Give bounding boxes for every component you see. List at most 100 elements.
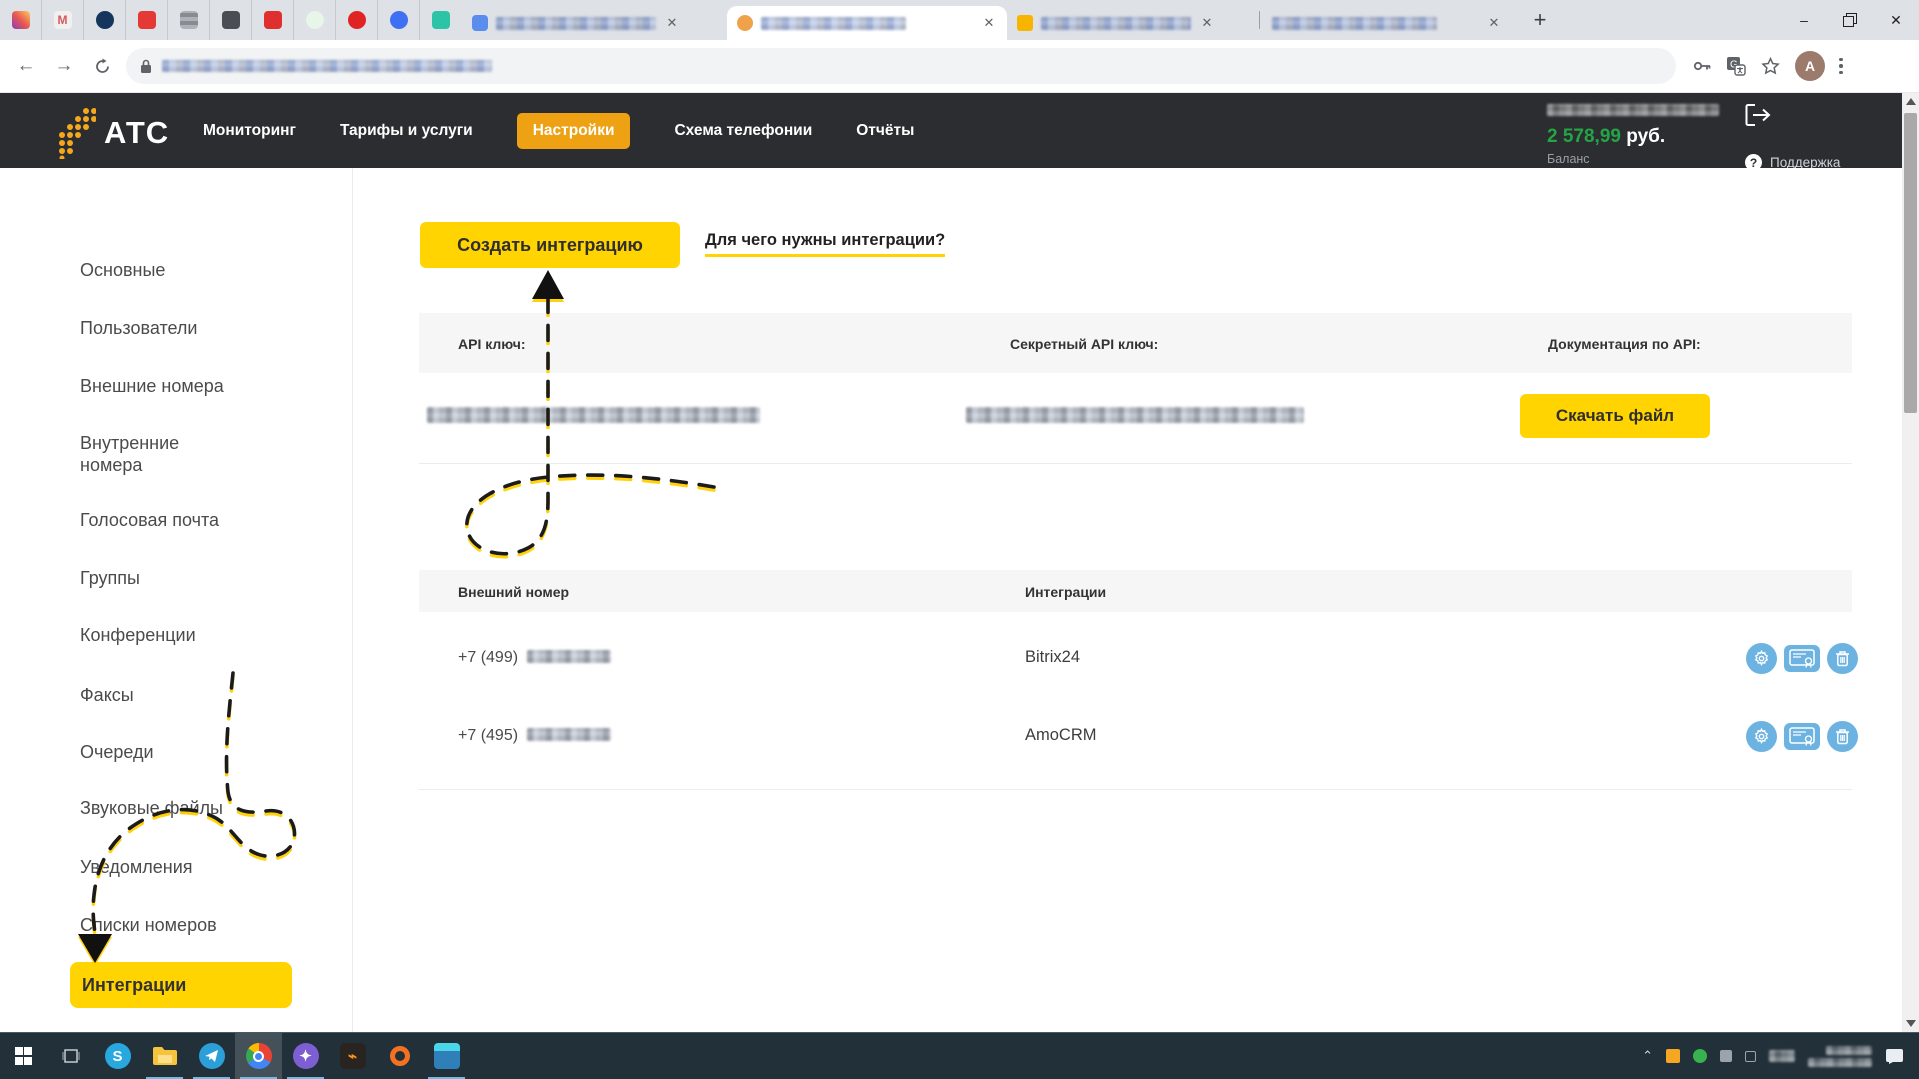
sidebar-item-zvukovye[interactable]: Звуковые файлы <box>80 797 275 819</box>
pinned-tab[interactable] <box>252 0 294 40</box>
profile-avatar[interactable]: A <box>1795 51 1825 81</box>
tab-active[interactable]: ✕ <box>727 6 1007 40</box>
trash-icon <box>1835 728 1850 745</box>
taskbar-app-telegram[interactable] <box>188 1033 235 1079</box>
sidebar-item-spiski[interactable]: Списки номеров <box>80 914 275 936</box>
taskbar-clock[interactable] <box>1808 1046 1872 1067</box>
pinned-tab[interactable] <box>210 0 252 40</box>
row-settings-button[interactable] <box>1746 643 1777 674</box>
atc-logo[interactable]: АТС <box>56 107 169 159</box>
masked-tab-title <box>496 17 656 30</box>
bookmark-star-icon[interactable] <box>1760 56 1781 77</box>
tray-icon-gray1[interactable] <box>1720 1050 1732 1062</box>
translate-icon[interactable]: G <box>1726 56 1746 76</box>
scrollbar-thumb[interactable] <box>1904 113 1917 413</box>
sidebar-item-osnovnye[interactable]: Основные <box>80 259 275 281</box>
page-scrollbar[interactable] <box>1902 93 1919 1032</box>
sidebar-item-vneshnie[interactable]: Внешние номера <box>80 375 275 397</box>
tray-icon-green[interactable] <box>1693 1049 1707 1063</box>
pinned-tab[interactable] <box>168 0 210 40</box>
sidebar-item-gruppy[interactable]: Группы <box>80 567 275 589</box>
row-delete-button[interactable] <box>1827 721 1858 752</box>
start-button[interactable] <box>0 1033 47 1079</box>
browser-menu-icon[interactable] <box>1839 58 1843 75</box>
sidebar-item-polzovateli[interactable]: Пользователи <box>80 317 275 339</box>
address-bar[interactable] <box>126 48 1676 84</box>
taskbar-app-purple[interactable]: ✦ <box>282 1033 329 1079</box>
api-docs-label: Документация по API: <box>1548 336 1701 352</box>
pinned-tab[interactable] <box>126 0 168 40</box>
notification-center-icon[interactable] <box>1885 1048 1905 1064</box>
pinned-tab[interactable]: M <box>42 0 84 40</box>
taskbar-app-skype[interactable]: S <box>94 1033 141 1079</box>
row-license-button[interactable] <box>1784 723 1820 750</box>
chrome-icon-center <box>253 1051 264 1062</box>
sidebar-item-integracii[interactable]: Интеграции <box>70 962 292 1008</box>
sidebar-item-ocheredi[interactable]: Очереди <box>80 741 275 763</box>
tray-icon-orange[interactable] <box>1666 1049 1680 1063</box>
reload-button[interactable] <box>88 52 116 80</box>
table-row: +7 (495) AmoCRM <box>419 724 1852 758</box>
table-header-band: Внешний номер Интеграции <box>419 570 1852 612</box>
tab-close-icon[interactable]: ✕ <box>1486 15 1502 31</box>
tray-icon-gray2[interactable] <box>1745 1051 1756 1062</box>
logout-icon[interactable] <box>1745 103 1771 127</box>
nav-settings[interactable]: Настройки <box>517 113 631 149</box>
back-button[interactable]: ← <box>12 52 40 80</box>
pinned-tab[interactable] <box>378 0 420 40</box>
masked-number-suffix <box>527 728 611 741</box>
taskbar-app-orange[interactable]: ⌁ <box>329 1033 376 1079</box>
tab-close-icon[interactable]: ✕ <box>981 15 997 31</box>
license-card-icon <box>1789 727 1815 746</box>
window-close-button[interactable]: ✕ <box>1873 0 1919 40</box>
nav-monitoring[interactable]: Мониторинг <box>203 122 296 140</box>
secret-key-label: Секретный API ключ: <box>1010 336 1158 352</box>
new-tab-button[interactable]: + <box>1526 6 1554 34</box>
pinned-tab[interactable] <box>420 0 462 40</box>
sidebar-item-golosovaya[interactable]: Голосовая почта <box>80 509 275 531</box>
row-delete-button[interactable] <box>1827 643 1858 674</box>
tray-chevron-icon[interactable]: ⌃ <box>1642 1048 1653 1064</box>
tab-inactive-1[interactable]: ✕ <box>462 6 727 40</box>
masked-language-indicator[interactable] <box>1769 1050 1795 1062</box>
taskbar-app-chrome[interactable] <box>235 1033 282 1079</box>
tab-inactive-3[interactable]: ✕ <box>1262 6 1512 40</box>
scroll-up-icon[interactable] <box>1906 98 1916 105</box>
window-restore-button[interactable] <box>1827 0 1873 40</box>
masked-account-name <box>1547 104 1719 116</box>
sidebar-item-konferencii[interactable]: Конференции <box>80 624 275 646</box>
row-license-button[interactable] <box>1784 645 1820 672</box>
tab-close-icon[interactable]: ✕ <box>664 15 680 31</box>
forward-button[interactable]: → <box>50 52 78 80</box>
site-favicon <box>12 11 30 29</box>
column-integration-header: Интеграции <box>1025 584 1106 600</box>
pinned-tab[interactable] <box>294 0 336 40</box>
window-minimize-button[interactable]: – <box>1781 0 1827 40</box>
taskbar-app-blue[interactable] <box>423 1033 470 1079</box>
sidebar-item-vnutrennie[interactable]: Внутренние номера <box>80 432 230 476</box>
sidebar-item-uvedomleniya[interactable]: Уведомления <box>80 856 275 878</box>
scroll-down-icon[interactable] <box>1906 1020 1916 1027</box>
taskbar-app-explorer[interactable] <box>141 1033 188 1079</box>
balance-label: Баланс <box>1547 152 1737 166</box>
masked-tab-title <box>1272 17 1437 30</box>
pinned-tab[interactable] <box>0 0 42 40</box>
row-settings-button[interactable] <box>1746 721 1777 752</box>
tab-inactive-2[interactable]: ✕ <box>1007 6 1257 40</box>
pinned-tab[interactable] <box>84 0 126 40</box>
create-integration-button[interactable]: Создать интеграцию <box>420 222 680 268</box>
nav-tariffs[interactable]: Тарифы и услуги <box>340 122 473 140</box>
sidebar-item-faksy[interactable]: Факсы <box>80 684 275 706</box>
pinned-tab[interactable] <box>336 0 378 40</box>
password-key-icon[interactable] <box>1692 56 1712 76</box>
why-integrations-link[interactable]: Для чего нужны интеграции? <box>705 231 945 257</box>
trash-icon <box>1835 650 1850 667</box>
taskbar: S ✦ ⌁ ⌃ <box>0 1032 1919 1079</box>
task-view-button[interactable] <box>47 1033 94 1079</box>
tab-close-icon[interactable]: ✕ <box>1199 15 1215 31</box>
browser-tabstrip: M ✕ ✕ ✕ ✕ <box>0 0 1919 40</box>
nav-reports[interactable]: Отчёты <box>856 122 914 140</box>
download-file-button[interactable]: Скачать файл <box>1520 394 1710 438</box>
taskbar-app-ring[interactable] <box>376 1033 423 1079</box>
nav-telephony-scheme[interactable]: Схема телефонии <box>674 122 812 140</box>
